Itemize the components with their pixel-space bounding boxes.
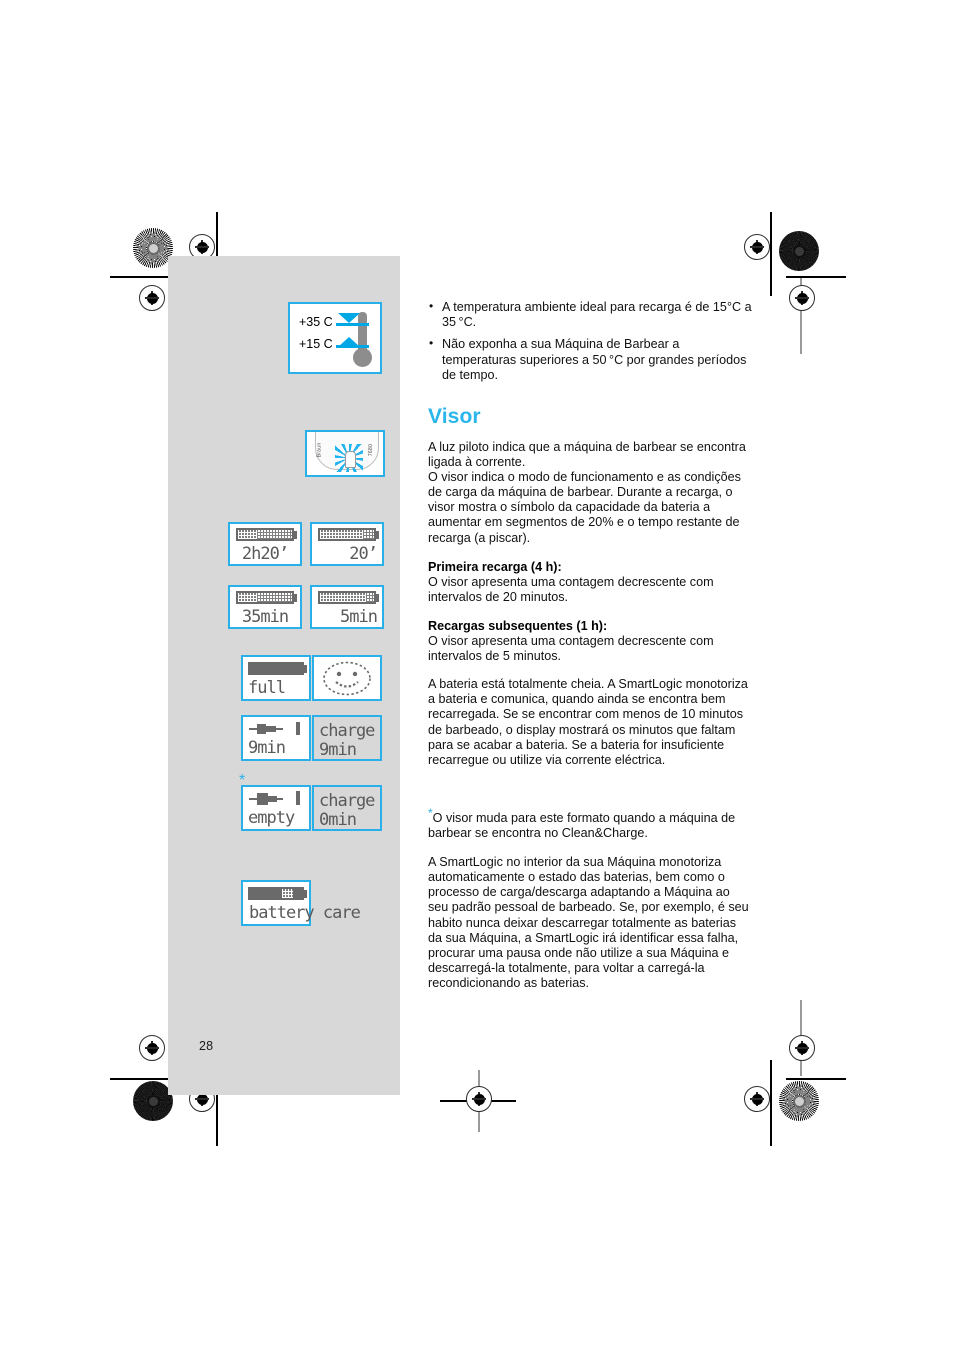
registration-target: [139, 1035, 165, 1061]
lcd-plug-empty: empty: [241, 785, 311, 831]
plug-icon: [249, 793, 289, 805]
battery-empty-bar-icon: [296, 791, 300, 805]
shaver-pilot-light-diagram: Braun 7680: [305, 430, 385, 477]
bullet-item: Não exponha a sua Máquina de Barbear a t…: [428, 336, 752, 383]
battery-low-bar-icon: [296, 722, 300, 735]
lcd-5min: 5min: [310, 585, 384, 629]
body-text-column: A temperatura ambiente ideal para recarg…: [428, 299, 752, 1005]
battery-segment-dither: [366, 593, 374, 602]
registration-target: [789, 285, 815, 311]
lcd-label: 9min: [319, 740, 357, 760]
down-arrow-icon: [338, 313, 360, 323]
battery-icon: [236, 591, 297, 604]
registration-target: [466, 1086, 492, 1112]
lcd-top-text: charge: [319, 721, 375, 741]
lcd-20min: 20’: [310, 522, 384, 566]
lcd-label: 35min: [241, 607, 289, 627]
page-number: 28: [199, 1039, 214, 1053]
print-density-mark: [779, 1081, 819, 1121]
battery-fill-full: [250, 664, 302, 673]
lcd-full: full: [241, 655, 311, 701]
battery-fill-right: [293, 889, 302, 898]
crop-mark-line: [786, 1078, 846, 1080]
plug-body: [266, 726, 276, 732]
paragraph-clean-and-charge: *O visor muda para este formato quando a…: [428, 806, 752, 841]
section-title: Visor: [428, 405, 481, 429]
lcd-label: empty: [248, 808, 295, 828]
paragraph-display-intro: A luz piloto indica que a máquina de bar…: [428, 440, 746, 545]
battery-icon: [248, 887, 307, 900]
battery-segment-dither: [257, 593, 292, 602]
subheading-subsequent-charge: Recargas subsequentes (1 h):: [428, 618, 608, 633]
plug-icon: [249, 723, 289, 735]
lcd-battery-care: battery care: [241, 880, 361, 926]
shaver-brand-right-label: 7680: [368, 443, 375, 457]
lcd-2h20: 2h20’: [228, 522, 302, 566]
plug-prong: [249, 798, 257, 800]
crop-mark-line: [786, 276, 846, 278]
battery-segment-dither: [282, 889, 293, 898]
plug-body: [268, 796, 277, 802]
paragraph-smartlogic: A SmartLogic no interior da sua Máquina …: [428, 855, 749, 990]
lcd-top-text: charge: [319, 791, 375, 811]
battery-segment-dither: [363, 530, 374, 539]
lcd-label: battery care: [249, 903, 361, 923]
battery-fill-left: [250, 889, 282, 898]
upper-temperature-label: +35 C: [299, 315, 333, 329]
plug-head: [257, 793, 268, 805]
plug-head: [257, 724, 266, 734]
bullet-item: A temperatura ambiente ideal para recarg…: [428, 299, 752, 330]
lower-temperature-label: +15 C: [299, 337, 333, 351]
battery-segment-dither: [320, 530, 363, 539]
plug-tail: [277, 798, 283, 800]
print-density-mark: [133, 1081, 173, 1121]
paragraph-first-charge: O visor apresenta uma contagem decrescen…: [428, 574, 714, 604]
thermometer-bulb: [353, 348, 372, 367]
footnote-text: O visor muda para este formato quando a …: [428, 810, 736, 841]
battery-icon: [318, 591, 379, 604]
subheading-first-charge: Primeira recarga (4 h):: [428, 559, 562, 574]
crop-mark-line: [770, 1060, 772, 1146]
registration-target: [139, 285, 165, 311]
paragraph-subsequent-charge: O visor apresenta uma contagem decrescen…: [428, 634, 714, 664]
up-arrow-icon: [338, 337, 360, 347]
safety-bullet-list: A temperatura ambiente ideal para recarg…: [428, 299, 752, 383]
lcd-label: 5min: [340, 607, 378, 627]
shaver-brand-left-label: Braun: [316, 442, 323, 458]
battery-segment-dither: [257, 530, 292, 539]
crop-mark-line: [770, 212, 772, 296]
lcd-label: 9min: [248, 738, 286, 758]
lcd-label: full: [248, 678, 286, 698]
registration-target: [744, 234, 770, 260]
lcd-plug-9min: 9min: [241, 715, 311, 761]
lcd-label: 2h20’: [241, 544, 289, 564]
paragraph-battery-full: A bateria está totalmente cheia. A Smart…: [428, 677, 748, 767]
lcd-label: 20’: [349, 544, 378, 564]
lcd-charge-9min: charge 9min: [312, 715, 382, 761]
battery-segment-dither: [238, 530, 257, 539]
vertical-spacer: [428, 664, 752, 677]
lcd-label: 0min: [319, 810, 357, 830]
battery-icon: [248, 662, 307, 675]
lcd-smiley: [312, 655, 382, 701]
upper-limit-line: [336, 323, 369, 326]
battery-segment-dither: [320, 593, 366, 602]
temperature-range-diagram: +35 C +15 C: [288, 302, 382, 374]
battery-icon: [236, 528, 297, 541]
lcd-35min: 35min: [228, 585, 302, 629]
smiley-face-icon: [323, 661, 371, 696]
pilot-light-core: [344, 451, 356, 468]
plug-prong: [249, 728, 257, 730]
plug-tail: [276, 728, 283, 730]
print-density-mark: [133, 228, 173, 268]
registration-target: [744, 1086, 770, 1112]
battery-icon: [318, 528, 379, 541]
print-density-mark: [779, 231, 819, 271]
document-page: 28 +35 C +15 C Braun 7680 2h20’ 20’ 35mi…: [0, 0, 954, 1351]
pilot-light-glow-icon: [335, 444, 363, 472]
registration-target: [789, 1035, 815, 1061]
vertical-spacer: [428, 782, 752, 806]
battery-segment-dither: [238, 593, 257, 602]
lcd-charge-0min: charge 0min: [312, 785, 382, 831]
